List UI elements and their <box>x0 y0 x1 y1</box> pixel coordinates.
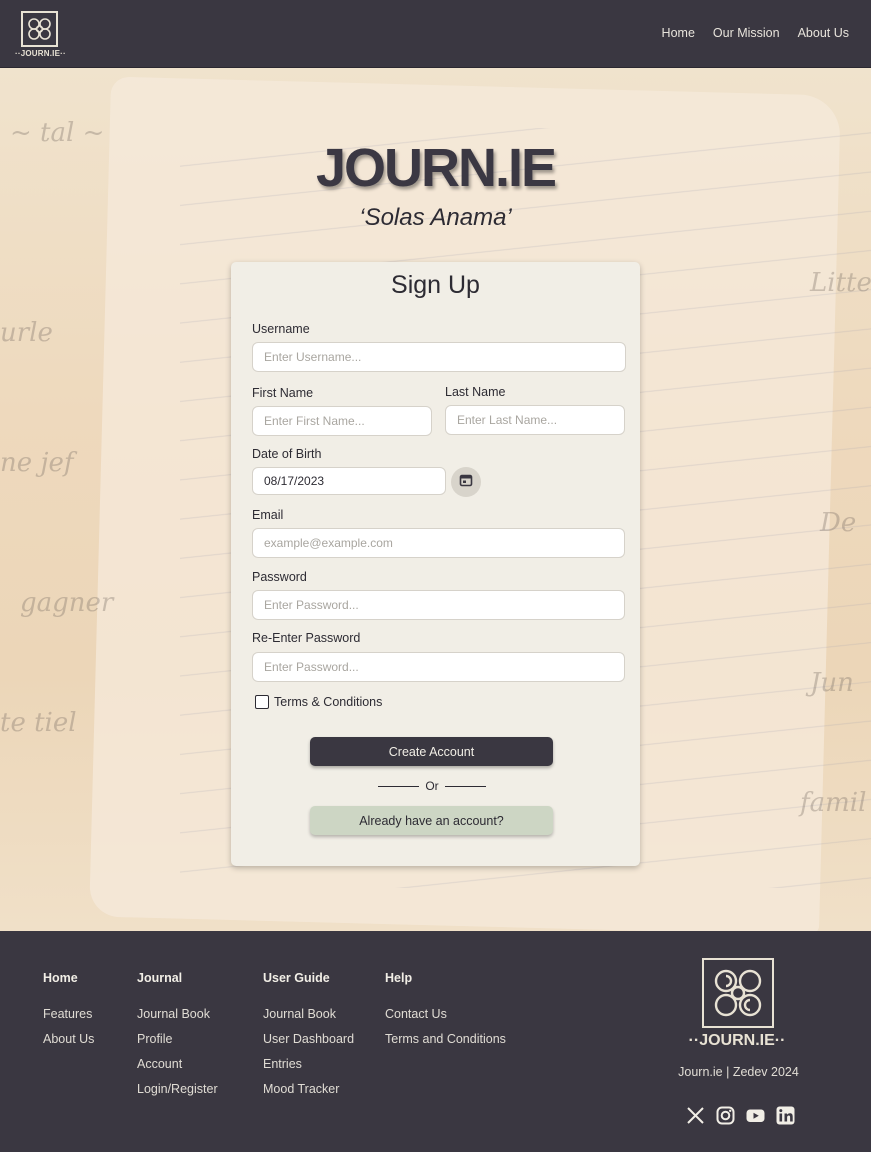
email-input[interactable] <box>252 528 625 558</box>
logo-text: ··JOURN.IE·· <box>15 49 66 58</box>
username-label: Username <box>252 322 310 336</box>
footer-link[interactable]: Entries <box>263 1057 354 1082</box>
terms-label[interactable]: Terms & Conditions <box>274 695 382 709</box>
celtic-knot-icon <box>702 958 774 1028</box>
already-have-account-button[interactable]: Already have an account? <box>310 806 553 835</box>
footer-link[interactable]: Contact Us <box>385 1007 506 1032</box>
footer-link[interactable]: Mood Tracker <box>263 1082 354 1107</box>
nav-about-us-link[interactable]: About Us <box>798 26 849 40</box>
site-footer: Home Features About Us Journal Journal B… <box>0 931 871 1152</box>
footer-link[interactable]: Features <box>43 1007 94 1032</box>
footer-link[interactable]: Journal Book <box>137 1007 218 1032</box>
footer-link[interactable]: User Dashboard <box>263 1032 354 1057</box>
footer-link[interactable]: Profile <box>137 1032 218 1057</box>
handwriting-decoration: ne jef <box>0 448 74 478</box>
footer-heading[interactable]: Home <box>43 971 94 985</box>
signup-card: Sign Up Username First Name Last Name Da… <box>231 262 640 866</box>
x-icon[interactable] <box>686 1106 705 1125</box>
password-label: Password <box>252 570 307 584</box>
brand-title: JOURN.IE <box>315 138 557 198</box>
footer-column-journal: Journal Journal Book Profile Account Log… <box>137 971 218 1107</box>
username-input[interactable] <box>252 342 626 372</box>
dob-input[interactable] <box>252 467 446 495</box>
linkedin-icon[interactable] <box>776 1106 795 1125</box>
last-name-label: Last Name <box>445 385 506 399</box>
nav-our-mission-link[interactable]: Our Mission <box>713 26 780 40</box>
password-input[interactable] <box>252 590 625 620</box>
footer-logo-text: ··JOURN.IE·· <box>688 1032 786 1049</box>
footer-link[interactable]: About Us <box>43 1032 94 1057</box>
first-name-label: First Name <box>252 386 314 400</box>
nav-home-link[interactable]: Home <box>662 26 695 40</box>
reenter-password-label: Re-Enter Password <box>252 631 361 645</box>
email-label: Email <box>252 508 284 522</box>
handwriting-decoration: Jun <box>810 668 854 698</box>
divider-line <box>378 785 420 787</box>
handwriting-decoration: urle <box>0 318 53 348</box>
footer-column-user-guide: User Guide Journal Book User Dashboard E… <box>263 971 354 1107</box>
footer-link[interactable]: Account <box>137 1057 218 1082</box>
footer-column-help: Help Contact Us Terms and Conditions <box>385 971 506 1057</box>
footer-link[interactable]: Terms and Conditions <box>385 1032 506 1057</box>
or-text: Or <box>425 779 439 793</box>
handwriting-decoration: gagner <box>20 588 114 618</box>
signup-title: Sign Up <box>391 271 480 299</box>
copyright-text: Journ.ie | Zedev 2024 <box>678 1065 799 1079</box>
reenter-password-input[interactable] <box>252 652 625 682</box>
site-header: ··JOURN.IE·· Home Our Mission About Us <box>0 0 871 68</box>
or-divider: Or <box>378 779 486 793</box>
divider-line <box>444 785 486 787</box>
celtic-knot-icon <box>21 11 58 47</box>
create-account-button[interactable]: Create Account <box>310 737 553 766</box>
calendar-button[interactable] <box>451 467 481 497</box>
last-name-input[interactable] <box>445 405 625 435</box>
footer-heading[interactable]: User Guide <box>263 971 354 985</box>
handwriting-decoration: De <box>820 508 857 538</box>
footer-column-home: Home Features About Us <box>43 971 94 1057</box>
handwriting-decoration: te tiel <box>0 708 77 738</box>
footer-logo[interactable]: ··JOURN.IE·· <box>687 956 787 1052</box>
social-links <box>686 1106 795 1125</box>
dob-label: Date of Birth <box>252 447 322 461</box>
footer-link[interactable]: Journal Book <box>263 1007 354 1032</box>
handwriting-decoration: famil <box>800 788 867 818</box>
footer-heading[interactable]: Help <box>385 971 506 985</box>
footer-heading[interactable]: Journal <box>137 971 218 985</box>
first-name-input[interactable] <box>252 406 432 436</box>
logo[interactable]: ··JOURN.IE·· <box>15 11 66 59</box>
terms-checkbox[interactable] <box>255 695 269 709</box>
calendar-icon <box>459 473 473 492</box>
instagram-icon[interactable] <box>716 1106 735 1125</box>
brand-motto: ‘Solas Anama’ <box>359 204 512 231</box>
handwriting-decoration: Litte <box>810 268 871 298</box>
footer-link[interactable]: Login/Register <box>137 1082 218 1107</box>
youtube-icon[interactable] <box>746 1106 765 1125</box>
main-nav: Home Our Mission About Us <box>662 26 849 40</box>
